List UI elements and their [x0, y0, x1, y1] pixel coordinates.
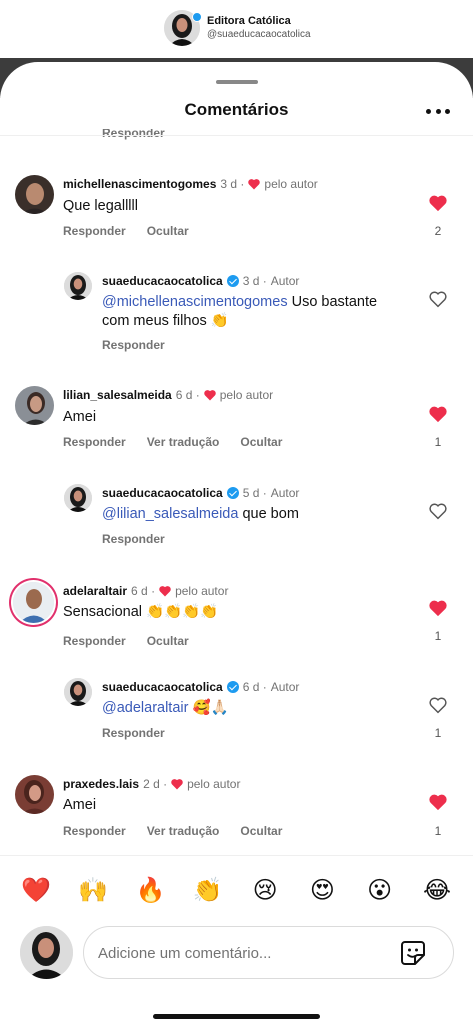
reply-button[interactable]: Responder	[63, 435, 126, 449]
author-label: Autor	[270, 680, 300, 694]
like-count: 1	[434, 435, 442, 449]
home-indicator	[153, 1014, 320, 1019]
avatar[interactable]	[64, 272, 92, 300]
like-count: 2	[434, 224, 442, 238]
reply-button[interactable]: Responder	[63, 224, 126, 238]
like-heart-icon[interactable]	[428, 696, 448, 714]
verified-badge-icon	[226, 681, 239, 693]
sheet-title: Comentários	[184, 100, 289, 119]
reply-button[interactable]: Responder	[63, 634, 126, 648]
profile-handle: @suaeducacaocatolica	[207, 29, 311, 40]
profile-title: Editora Católica	[207, 15, 291, 27]
like-heart-icon[interactable]	[428, 290, 448, 308]
comment-text: Sensacional 👏👏👏👏	[63, 604, 219, 620]
comment-composer	[0, 923, 473, 993]
avatar[interactable]	[15, 775, 54, 814]
emoji-clap[interactable]: 👏	[193, 876, 223, 904]
like-heart-icon[interactable]	[428, 793, 448, 811]
hide-button[interactable]: Ocultar	[240, 435, 282, 449]
emoji-quick-bar: ❤️ 🙌 🔥 👏 😢 😍 😮 😂	[0, 855, 473, 923]
like-count: 1	[434, 824, 442, 838]
comment-time: 6 d ·	[131, 584, 156, 598]
comment-input[interactable]	[98, 941, 388, 965]
current-user-avatar	[20, 926, 73, 979]
comment-time: 6 d ·	[175, 388, 200, 402]
emoji-fire[interactable]: 🔥	[136, 876, 166, 904]
verified-badge-icon	[226, 275, 239, 287]
comment-username[interactable]: suaeducacaocatolica	[102, 680, 223, 694]
avatar[interactable]	[64, 678, 92, 706]
reply-button[interactable]: Responder	[63, 824, 126, 838]
comment-username[interactable]: adelaraltair	[63, 584, 127, 598]
translate-button[interactable]: Ver tradução	[147, 435, 220, 449]
sheet-grabber[interactable]	[216, 80, 258, 84]
emoji-raised-hands[interactable]: 🙌	[78, 876, 108, 904]
comment-input-container[interactable]	[83, 926, 454, 979]
liked-by-label: pelo autor	[175, 584, 229, 598]
comment-time: 3 d ·	[220, 177, 245, 191]
author-label: Autor	[270, 486, 300, 500]
verified-badge-icon	[192, 12, 202, 22]
comment-text: Amei	[63, 797, 97, 813]
top-profile[interactable]: Editora Católica @suaeducacaocatolica	[164, 10, 311, 46]
avatar[interactable]	[64, 484, 92, 512]
sticker-icon[interactable]	[399, 939, 427, 967]
liked-by-author-heart-icon	[248, 179, 261, 190]
comment-time: 6 d ·	[242, 680, 267, 694]
hide-button[interactable]: Ocultar	[147, 634, 189, 648]
comment-username[interactable]: michellenascimentogomes	[63, 177, 216, 191]
like-heart-icon[interactable]	[428, 502, 448, 520]
liked-by-label: pelo autor	[219, 388, 274, 402]
liked-by-author-heart-icon	[204, 390, 216, 401]
reply-button[interactable]: Responder	[102, 338, 165, 352]
divider	[0, 135, 473, 136]
comment-time: 3 d ·	[242, 274, 267, 288]
reply-button[interactable]: Responder	[102, 532, 165, 546]
like-heart-icon[interactable]	[428, 599, 448, 617]
verified-badge-icon	[226, 487, 239, 499]
liked-by-label: pelo autor	[187, 777, 241, 791]
comment-text: @lilian_salesalmeida que bom	[102, 506, 299, 522]
comment-username[interactable]: suaeducacaocatolica	[102, 486, 223, 500]
like-count: 1	[434, 629, 442, 643]
mention-link[interactable]: @adelaraltair	[102, 700, 188, 716]
comment-username[interactable]: praxedes.lais	[63, 777, 139, 791]
emoji-heart-eyes[interactable]: 😍	[307, 876, 337, 904]
like-count: 1	[434, 726, 442, 740]
emoji-laughing[interactable]: 😂	[422, 876, 452, 904]
liked-by-label: pelo autor	[264, 177, 318, 191]
avatar[interactable]	[15, 175, 54, 214]
mention-link[interactable]: @michellenascimentogomes	[102, 294, 288, 310]
emoji-crying[interactable]: 😢	[250, 876, 280, 904]
comment-time: 2 d ·	[143, 777, 168, 791]
avatar-story-ring[interactable]	[13, 582, 54, 623]
top-profile-strip: Editora Católica @suaeducacaocatolica	[0, 0, 473, 60]
liked-by-author-heart-icon	[159, 586, 171, 597]
comment-username[interactable]: lilian_salesalmeida	[63, 388, 172, 402]
author-label: Autor	[270, 274, 300, 288]
comment-username[interactable]: suaeducacaocatolica	[102, 274, 223, 288]
liked-by-author-heart-icon	[171, 779, 183, 790]
avatar[interactable]	[15, 386, 54, 425]
emoji-heart[interactable]: ❤️	[21, 876, 51, 904]
emoji-surprised[interactable]: 😮	[365, 876, 395, 904]
more-options-icon[interactable]	[426, 106, 450, 116]
like-heart-icon[interactable]	[428, 194, 448, 212]
comment-text: Amei	[63, 409, 97, 425]
comment-text: Que legalllll	[63, 198, 138, 214]
comment-text: @michellenascimentogomes Uso bastante com…	[102, 294, 378, 329]
comment-time: 5 d ·	[242, 486, 267, 500]
reply-button-partial[interactable]: Responder	[102, 129, 165, 140]
comment-text: @adelaraltair 🥰🙏🏻	[102, 700, 229, 716]
like-heart-icon[interactable]	[428, 405, 448, 423]
translate-button[interactable]: Ver tradução	[147, 824, 220, 838]
mention-link[interactable]: @lilian_salesalmeida	[102, 506, 238, 522]
hide-button[interactable]: Ocultar	[240, 824, 282, 838]
reply-button[interactable]: Responder	[102, 726, 165, 740]
hide-button[interactable]: Ocultar	[147, 224, 189, 238]
